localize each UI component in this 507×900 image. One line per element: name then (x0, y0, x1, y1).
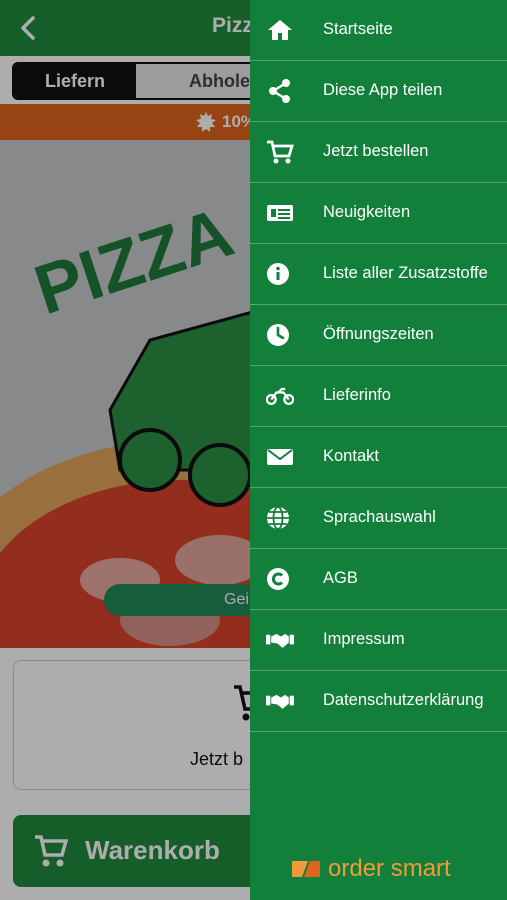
handshake-icon (266, 694, 294, 709)
menu-item-label: AGB (323, 569, 358, 587)
globe-icon (267, 506, 289, 530)
menu-item-delivery-info[interactable]: Lieferinfo (250, 366, 507, 427)
menu-item-label: Impressum (323, 630, 405, 648)
menu-item-contact[interactable]: Kontakt (250, 427, 507, 488)
menu-item-label: Diese App teilen (323, 81, 443, 99)
motorbike-icon (266, 387, 294, 406)
menu-item-label: Jetzt bestellen (323, 142, 429, 160)
menu-item-label: Liste aller Zusatzstoffe (323, 264, 488, 282)
share-icon (269, 79, 290, 103)
home-icon (268, 20, 292, 40)
brand-name: order smart (328, 855, 451, 882)
newspaper-icon (267, 205, 293, 221)
menu-item-additives[interactable]: Liste aller Zusatzstoffe (250, 244, 507, 305)
menu-item-terms[interactable]: AGB (250, 549, 507, 610)
cart-icon (267, 140, 294, 164)
handshake-icon (266, 633, 294, 648)
menu-item-language[interactable]: Sprachauswahl (250, 488, 507, 549)
order-smart-logo: order smart (290, 855, 470, 885)
menu-item-label: Lieferinfo (323, 386, 391, 404)
menu-item-label: Sprachauswahl (323, 508, 436, 526)
side-drawer: Startseite Diese App teilen Jetzt bestel… (250, 0, 507, 900)
menu-item-label: Kontakt (323, 447, 379, 465)
info-icon (267, 263, 289, 285)
menu-item-startseite[interactable]: Startseite (250, 0, 507, 61)
copyright-icon (267, 568, 289, 590)
menu-item-privacy[interactable]: Datenschutzerklärung (250, 671, 507, 732)
menu-item-opening-hours[interactable]: Öffnungszeiten (250, 305, 507, 366)
menu-item-order-now[interactable]: Jetzt bestellen (250, 122, 507, 183)
menu-item-label: Öffnungszeiten (323, 325, 434, 343)
menu-item-news[interactable]: Neuigkeiten (250, 183, 507, 244)
menu-item-label: Datenschutzerklärung (323, 691, 484, 709)
order-smart-logo-icon (292, 861, 320, 877)
menu-item-label: Neuigkeiten (323, 203, 411, 221)
menu-item-imprint[interactable]: Impressum (250, 610, 507, 671)
menu-item-share[interactable]: Diese App teilen (250, 61, 507, 122)
drawer-menu: Startseite Diese App teilen Jetzt bestel… (250, 0, 507, 732)
menu-item-label: Startseite (323, 20, 393, 38)
mail-icon (267, 449, 293, 465)
clock-icon (267, 324, 289, 346)
